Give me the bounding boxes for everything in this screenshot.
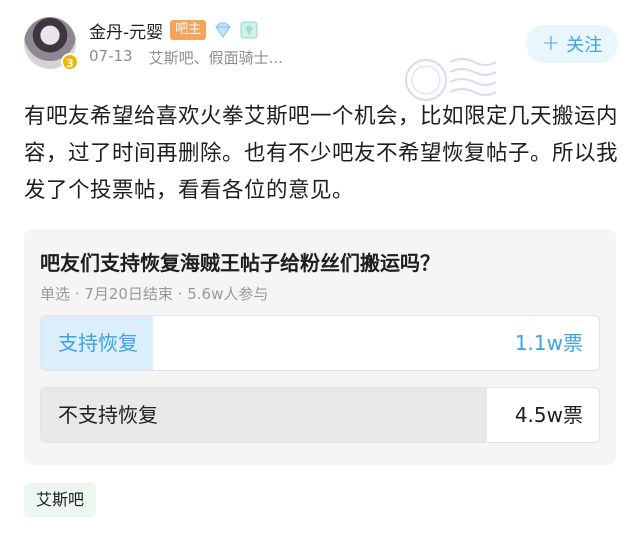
vote-card: 吧友们支持恢复海贼王帖子给粉丝们搬运吗？ 单选 · 7月20日结束 · 5.6w…: [24, 229, 616, 465]
vote-title: 吧友们支持恢复海贼王帖子给粉丝们搬运吗？: [40, 251, 440, 275]
vote-meta: 单选 · 7月20日结束 · 5.6w人参与: [40, 285, 269, 303]
follow-button[interactable]: + 关注: [526, 25, 618, 63]
post-header: 3 金丹-元婴 吧主 07-13 艾斯吧、假面骑士... + 关注: [0, 0, 640, 101]
author-row: 金丹-元婴 吧主: [89, 18, 258, 43]
post-meta: 07-13 艾斯吧、假面骑士...: [89, 47, 283, 68]
moderator-badge: 吧主: [170, 20, 207, 40]
vote-option-label: 不支持恢复: [58, 403, 158, 427]
level-badge: 3: [61, 53, 79, 71]
vote-option-oppose[interactable]: 不支持恢复 4.5w票: [40, 387, 600, 443]
vote-option-label: 支持恢复: [58, 331, 138, 355]
avatar[interactable]: 3: [24, 17, 79, 71]
diamond-icon: [215, 22, 231, 38]
post-date: 07-13: [89, 47, 133, 65]
post-body: 有吧友希望给喜欢火拳艾斯吧一个机会，比如限定几天搬运内容，过了时间再删除。也有不…: [24, 104, 619, 203]
vote-option-count: 1.1w票: [514, 331, 583, 355]
vote-option-count: 4.5w票: [514, 403, 583, 427]
follow-label: 关注: [566, 35, 603, 56]
forum-tag[interactable]: 艾斯吧: [24, 483, 97, 517]
username[interactable]: 金丹-元婴: [89, 18, 163, 43]
vote-option-support[interactable]: 支持恢复 1.1w票: [40, 315, 600, 371]
plus-icon: +: [541, 31, 561, 56]
post-source[interactable]: 艾斯吧、假面骑士...: [149, 47, 283, 68]
level-icon: [240, 21, 258, 39]
